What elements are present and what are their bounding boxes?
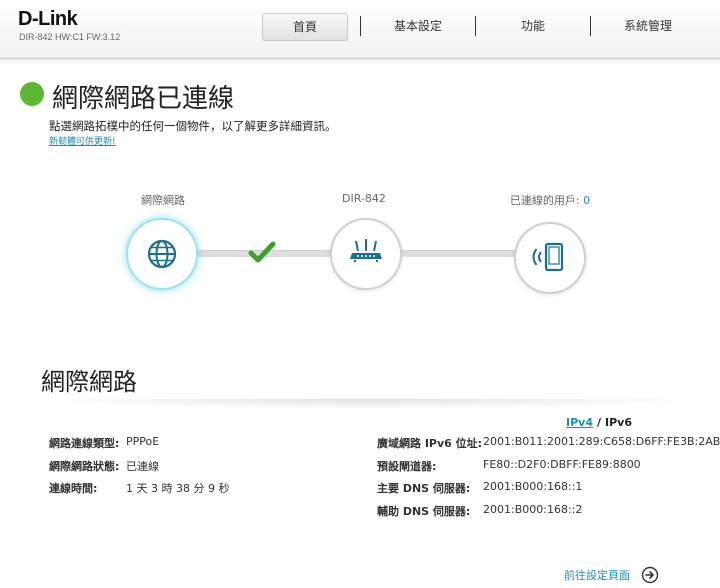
go-to-settings-link[interactable]: 前往設定頁面 <box>564 567 630 583</box>
clients-label-text: 已連線的用戶: <box>509 194 580 207</box>
nav-management[interactable]: 系統管理 <box>600 13 696 39</box>
info-value: FE80::D2F0:DBFF:FE89:8800 <box>483 458 641 471</box>
topology-hint: 點選網路拓樸中的任何一個物件，以了解更多詳細資訊。 <box>49 119 337 133</box>
top-header: D-Link DIR-842 HW:C1 FW:3.12 首頁 基本設定 功能 … <box>0 0 720 59</box>
info-value: 已連線 <box>126 460 159 473</box>
nav-separator <box>360 16 361 36</box>
status-title: 網際網路已連線 <box>52 84 235 114</box>
dlink-logo: D-Link <box>18 8 78 30</box>
router-clients-link <box>396 250 516 257</box>
router-node[interactable] <box>330 218 402 290</box>
header-shadow <box>0 58 720 64</box>
clients-count: 0 <box>583 194 591 207</box>
info-label: 連線時間: <box>49 482 98 495</box>
info-label: 網路連線類型: <box>49 437 120 450</box>
info-value: 2001:B000:168::2 <box>483 503 583 516</box>
nav-basic-settings[interactable]: 基本設定 <box>370 13 466 39</box>
info-value: PPPoE <box>126 435 160 448</box>
nav-separator <box>590 16 591 36</box>
nav-features[interactable]: 功能 <box>485 13 581 39</box>
status-indicator <box>20 82 44 106</box>
info-label: 廣域網路 IPv6 位址: <box>377 437 483 450</box>
info-label: 主要 DNS 伺服器: <box>377 482 471 495</box>
firmware-update-link[interactable]: 新韌體可供更新! <box>49 134 116 147</box>
ip-toggle-separator: / <box>596 416 602 429</box>
tablet-icon <box>532 242 564 272</box>
info-value: 1 天 3 時 38 分 9 秒 <box>126 482 230 495</box>
info-value: 2001:B000:168::1 <box>483 480 583 493</box>
router-node-label: DIR-842 <box>342 192 386 205</box>
clients-node-label: 已連線的用戶: 0 <box>490 192 610 208</box>
info-label: 網際網路狀態: <box>49 460 120 473</box>
nav-home[interactable]: 首頁 <box>262 13 348 41</box>
nav-separator <box>475 16 476 36</box>
clients-node[interactable] <box>514 222 586 294</box>
model-info: DIR-842 HW:C1 FW:3.12 <box>19 32 121 42</box>
info-label: 輔助 DNS 伺服器: <box>377 505 471 518</box>
ip-version-toggle: IPv4/IPv6 <box>566 416 632 429</box>
section-divider <box>40 399 700 409</box>
info-label: 預設閘道器: <box>377 460 437 473</box>
router-icon <box>350 239 382 262</box>
internet-node-label: 網際網路 <box>141 194 185 207</box>
info-value: 2001:B011:2001:289:C658:D6FF:FE3B:2AB5 <box>483 435 720 448</box>
internet-section-title: 網際網路 <box>41 368 137 396</box>
globe-icon <box>147 239 177 269</box>
ipv4-tab[interactable]: IPv4 <box>566 416 593 429</box>
internet-node[interactable] <box>126 218 198 290</box>
checkmark-icon <box>248 240 276 270</box>
ipv6-tab[interactable]: IPv6 <box>605 416 632 429</box>
